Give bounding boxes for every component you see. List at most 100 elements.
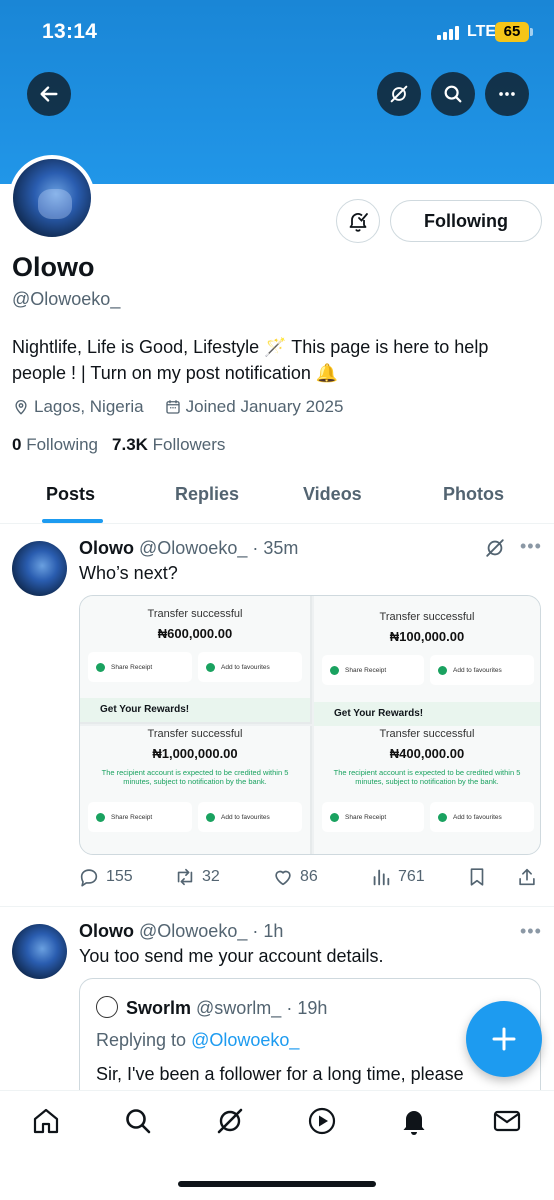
bio-line-2: people ! | Turn on my post notification … bbox=[12, 363, 339, 383]
receipt-title: Transfer successful bbox=[379, 611, 475, 623]
followers-count-link[interactable]: 7.3K Followers bbox=[112, 435, 225, 455]
battery-tip bbox=[530, 28, 533, 36]
nav-search[interactable] bbox=[122, 1105, 154, 1137]
profile-tabs: Posts Replies Videos Photos bbox=[0, 470, 554, 524]
nav-messages[interactable] bbox=[491, 1105, 523, 1137]
bookmark-icon bbox=[470, 868, 484, 886]
repost-count: 32 bbox=[202, 868, 220, 885]
receipt-title: Transfer successful bbox=[147, 608, 243, 620]
views-count: 761 bbox=[398, 868, 425, 885]
add-favourites-chip: Add to favourites bbox=[430, 655, 534, 685]
status-time: 13:14 bbox=[42, 20, 98, 43]
post-author-name[interactable]: Olowo bbox=[79, 538, 134, 558]
post-avatar[interactable] bbox=[12, 541, 67, 596]
receipt-title: Transfer successful bbox=[147, 728, 243, 740]
nav-grok[interactable] bbox=[214, 1105, 246, 1137]
tab-photos[interactable]: Photos bbox=[443, 484, 504, 505]
heart-icon bbox=[275, 870, 291, 886]
like-button[interactable]: 86 bbox=[272, 866, 318, 888]
post-header: Olowo @Olowoeko_ · 35m bbox=[79, 538, 298, 559]
search-icon bbox=[126, 1109, 151, 1134]
post-more-icon[interactable]: ••• bbox=[520, 921, 542, 942]
back-button[interactable] bbox=[27, 72, 71, 116]
receipt-amount: ₦1,000,000.00 bbox=[152, 746, 238, 761]
plus-icon bbox=[492, 1027, 516, 1051]
nav-notifications[interactable] bbox=[398, 1105, 430, 1137]
post-media[interactable]: Transfer successful ₦600,000.00 Share Re… bbox=[79, 595, 541, 855]
share-button[interactable] bbox=[516, 866, 538, 888]
post-avatar[interactable] bbox=[12, 924, 67, 979]
quote-avatar bbox=[96, 996, 118, 1018]
share-receipt-chip: Share Receipt bbox=[322, 802, 424, 832]
more-button[interactable] bbox=[485, 72, 529, 116]
repost-icon bbox=[177, 868, 193, 886]
post-header: Olowo @Olowoeko_ · 1h bbox=[79, 921, 283, 942]
quote-replying-to: Replying to @Olowoeko_ bbox=[96, 1030, 300, 1050]
rewards-banner: Get Your Rewards! bbox=[314, 702, 540, 726]
battery-icon: 65 bbox=[495, 22, 529, 42]
notification-bell-button[interactable] bbox=[336, 199, 380, 243]
home-indicator bbox=[178, 1181, 376, 1187]
reply-count: 155 bbox=[106, 868, 133, 885]
share-receipt-chip: Share Receipt bbox=[88, 802, 192, 832]
replying-to-link[interactable]: @Olowoeko_ bbox=[191, 1030, 299, 1050]
quote-time: · 19h bbox=[286, 998, 328, 1018]
receipt-image: Transfer successful ₦100,000.00 Share Re… bbox=[314, 596, 540, 726]
quote-author-name: Sworlm bbox=[126, 998, 192, 1018]
reply-button[interactable]: 155 bbox=[78, 866, 133, 888]
network-type: LTE bbox=[467, 23, 497, 40]
play-icon bbox=[308, 1107, 336, 1135]
profile-handle: @Olowoeko_ bbox=[12, 289, 121, 309]
follow-counts: 0 Following 7.3K Followers bbox=[12, 435, 225, 455]
receipt-amount: ₦600,000.00 bbox=[157, 626, 233, 641]
following-count-link[interactable]: 0 Following bbox=[12, 435, 98, 455]
reply-icon bbox=[80, 869, 98, 887]
location-icon bbox=[15, 400, 27, 415]
receipt-title: Transfer successful bbox=[379, 728, 475, 740]
add-favourites-chip: Add to favourites bbox=[198, 802, 302, 832]
add-favourites-chip: Add to favourites bbox=[198, 652, 302, 682]
repost-button[interactable]: 32 bbox=[174, 866, 220, 888]
bell-icon bbox=[403, 1111, 425, 1135]
receipt-amount: ₦100,000.00 bbox=[389, 629, 465, 644]
grok-icon bbox=[217, 1108, 243, 1134]
calendar-icon bbox=[165, 400, 180, 414]
grok-icon[interactable] bbox=[484, 537, 506, 559]
receipt-amount: ₦400,000.00 bbox=[389, 746, 465, 761]
profile-display-name: Olowo bbox=[12, 252, 95, 282]
share-receipt-chip: Share Receipt bbox=[322, 655, 424, 685]
tab-posts[interactable]: Posts bbox=[46, 484, 95, 505]
tab-replies[interactable]: Replies bbox=[175, 484, 239, 505]
more-icon bbox=[499, 92, 515, 96]
post-author-name[interactable]: Olowo bbox=[79, 921, 134, 941]
post-more-icon[interactable]: ••• bbox=[520, 536, 542, 557]
quote-text: Sir, I've been a follower for a long tim… bbox=[96, 1064, 464, 1084]
grok-button[interactable] bbox=[377, 72, 421, 116]
post-author-handle[interactable]: @Olowoeko_ bbox=[139, 538, 247, 558]
rewards-banner: Get Your Rewards! bbox=[80, 698, 310, 722]
post-actions: 155 32 86 761 bbox=[78, 866, 542, 890]
receipt-note: The recipient account is expected to be … bbox=[333, 768, 521, 786]
post-time: · 35m bbox=[252, 538, 299, 558]
tab-videos[interactable]: Videos bbox=[303, 484, 362, 505]
post-text: Who’s next? bbox=[79, 563, 178, 583]
profile-meta: Lagos, Nigeria Joined January 2025 bbox=[12, 397, 343, 417]
nav-video[interactable] bbox=[306, 1105, 338, 1137]
nav-home[interactable] bbox=[30, 1105, 62, 1137]
profile-joined: Joined January 2025 bbox=[185, 397, 344, 416]
bookmark-button[interactable] bbox=[466, 866, 488, 888]
receipt-image: Transfer successful ₦1,000,000.00 The re… bbox=[80, 726, 312, 854]
share-receipt-chip: Share Receipt bbox=[88, 652, 192, 682]
add-favourites-chip: Add to favourites bbox=[430, 802, 534, 832]
post-author-handle[interactable]: @Olowoeko_ bbox=[139, 921, 247, 941]
search-button[interactable] bbox=[431, 72, 475, 116]
arrow-left-icon bbox=[40, 86, 58, 102]
views-button[interactable]: 761 bbox=[370, 866, 425, 888]
profile-avatar[interactable] bbox=[9, 155, 95, 241]
following-button[interactable]: Following bbox=[390, 200, 542, 242]
compose-button[interactable] bbox=[466, 1001, 542, 1077]
receipt-note: The recipient account is expected to be … bbox=[101, 768, 289, 786]
active-tab-indicator bbox=[42, 519, 103, 523]
post-text: You too send me your account details. bbox=[79, 946, 384, 966]
like-count: 86 bbox=[300, 868, 318, 885]
